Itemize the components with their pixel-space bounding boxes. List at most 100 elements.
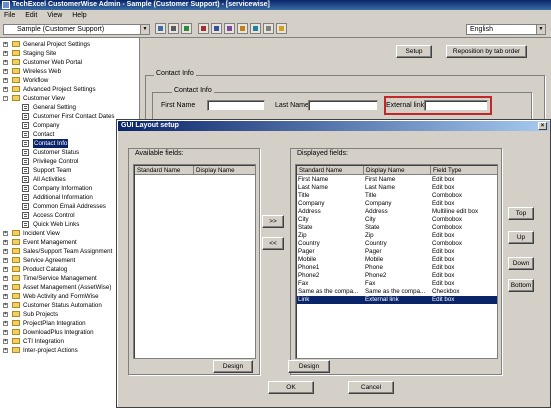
column-header[interactable]: Display Name	[194, 166, 255, 175]
toolbar-button-2[interactable]	[168, 23, 179, 34]
design-displayed-button[interactable]: Design	[288, 360, 330, 373]
menu-view[interactable]: View	[43, 10, 66, 21]
tree-item[interactable]: + General Project Settings	[0, 40, 139, 49]
tree-item[interactable]: General Setting	[0, 103, 139, 112]
displayed-field-row[interactable]: Title Title Combobox	[297, 192, 497, 200]
expand-icon[interactable]: +	[3, 276, 8, 281]
folder-icon	[12, 230, 20, 236]
move-top-button[interactable]: Top	[508, 207, 534, 220]
column-header[interactable]: Field Type	[431, 166, 497, 175]
first-name-field[interactable]	[207, 100, 265, 111]
toolbar-button-1[interactable]	[155, 23, 166, 34]
expand-icon[interactable]: +	[3, 240, 8, 245]
displayed-field-row[interactable]: Same as the compa... Same as the compa...…	[297, 288, 497, 296]
expand-icon[interactable]: +	[3, 42, 8, 47]
column-header[interactable]: Standard Name	[297, 166, 364, 175]
displayed-field-row[interactable]: Country Country Combobox	[297, 240, 497, 248]
folder-icon	[12, 347, 20, 353]
menu-file[interactable]: File	[0, 10, 19, 21]
expand-icon[interactable]: +	[3, 294, 8, 299]
table-cell: Address	[298, 208, 321, 215]
expand-icon[interactable]: +	[3, 69, 8, 74]
window-title: TechExcel CustomerWise Admin - Sample (C…	[12, 1, 270, 8]
displayed-field-row[interactable]: Phone2 Phone2 Edit box	[297, 272, 497, 280]
menu-help[interactable]: Help	[68, 10, 90, 21]
column-header[interactable]: Display Name	[364, 166, 431, 175]
tree-item-label: Support Team	[33, 167, 72, 174]
table-cell: Company	[298, 200, 325, 207]
external-link-label: External link	[386, 102, 425, 109]
last-name-field[interactable]	[308, 100, 378, 111]
displayed-fields-list[interactable]: Standard Name Display Name Field Type Fi…	[295, 164, 498, 359]
setup-button[interactable]: Setup	[396, 45, 432, 58]
tree-item-label: Wireless Web	[23, 68, 62, 75]
expand-icon[interactable]: +	[3, 330, 8, 335]
language-combo[interactable]: English ▼	[466, 24, 546, 35]
expand-icon[interactable]: +	[3, 231, 8, 236]
expand-icon[interactable]: +	[3, 348, 8, 353]
expand-icon[interactable]: +	[3, 339, 8, 344]
expand-icon[interactable]: +	[3, 78, 8, 83]
page-icon	[22, 131, 29, 138]
expand-icon[interactable]: +	[3, 303, 8, 308]
expand-icon[interactable]: +	[3, 87, 8, 92]
tree-item[interactable]: + Workflow	[0, 76, 139, 85]
displayed-field-row[interactable]: Link External link Edit box	[297, 296, 497, 304]
column-header[interactable]: Standard Name	[135, 166, 194, 175]
design-available-button[interactable]: Design	[213, 360, 253, 373]
displayed-field-row[interactable]: Zip Zip Edit box	[297, 232, 497, 240]
displayed-field-row[interactable]: Address Address Multiline edit box	[297, 208, 497, 216]
move-down-button[interactable]: Down	[508, 257, 534, 270]
displayed-field-row[interactable]: Mobile Mobile Edit box	[297, 256, 497, 264]
expand-icon[interactable]: +	[3, 285, 8, 290]
reposition-button[interactable]: Reposition by tab order	[446, 45, 527, 58]
tree-item-label: Incident View	[23, 230, 60, 237]
expand-icon[interactable]: +	[3, 258, 8, 263]
displayed-field-row[interactable]: First Name First Name Edit box	[297, 176, 497, 184]
displayed-field-row[interactable]: Company Company Edit box	[297, 200, 497, 208]
displayed-field-row[interactable]: State State Combobox	[297, 224, 497, 232]
toolbar-button-3[interactable]	[181, 23, 192, 34]
displayed-field-row[interactable]: Fax Fax Edit box	[297, 280, 497, 288]
displayed-field-row[interactable]: Phone1 Phone Edit box	[297, 264, 497, 272]
table-cell: Zip	[365, 232, 374, 239]
table-cell: Link	[298, 296, 310, 303]
folder-icon	[12, 77, 20, 83]
displayed-field-row[interactable]: Last Name Last Name Edit box	[297, 184, 497, 192]
expand-icon[interactable]: +	[3, 312, 8, 317]
project-combo[interactable]: Sample (Customer Support) ▼	[3, 24, 150, 35]
ok-button[interactable]: OK	[268, 381, 314, 394]
last-name-label: Last Name	[275, 102, 309, 109]
move-bottom-button[interactable]: Bottom	[508, 279, 534, 292]
toolbar-button-8[interactable]	[250, 23, 261, 34]
move-up-button[interactable]: Up	[508, 231, 534, 244]
expand-icon[interactable]: +	[3, 267, 8, 272]
tree-item[interactable]: + Customer Web Portal	[0, 58, 139, 67]
expand-icon[interactable]: +	[3, 51, 8, 56]
toolbar-button-9[interactable]	[263, 23, 274, 34]
toolbar-button-4[interactable]	[198, 23, 209, 34]
menu-edit[interactable]: Edit	[21, 10, 41, 21]
toolbar-button-7[interactable]	[237, 23, 248, 34]
close-icon[interactable]: ×	[538, 122, 547, 130]
external-link-field[interactable]	[424, 100, 488, 111]
tree-item[interactable]: + Staging Site	[0, 49, 139, 58]
page-icon	[22, 140, 29, 147]
tree-item[interactable]: + Advanced Project Settings	[0, 85, 139, 94]
available-fields-list[interactable]: Standard Name Display Name	[133, 164, 256, 359]
expand-icon[interactable]: +	[3, 249, 8, 254]
toolbar-button-5[interactable]	[211, 23, 222, 34]
remove-field-button[interactable]: <<	[262, 237, 284, 250]
toolbar-button-6[interactable]	[224, 23, 235, 34]
add-field-button[interactable]: >>	[262, 215, 284, 228]
displayed-field-row[interactable]: Pager Pager Edit box	[297, 248, 497, 256]
toolbar-button-10[interactable]	[276, 23, 287, 34]
tree-item[interactable]: + Wireless Web	[0, 67, 139, 76]
expand-icon[interactable]: +	[3, 321, 8, 326]
menu-bar: File Edit View Help	[0, 10, 551, 21]
expand-icon[interactable]: +	[3, 60, 8, 65]
displayed-field-row[interactable]: City City Combobox	[297, 216, 497, 224]
cancel-button[interactable]: Cancel	[348, 381, 394, 394]
tree-item[interactable]: - Customer View	[0, 94, 139, 103]
collapse-icon[interactable]: -	[3, 96, 8, 101]
